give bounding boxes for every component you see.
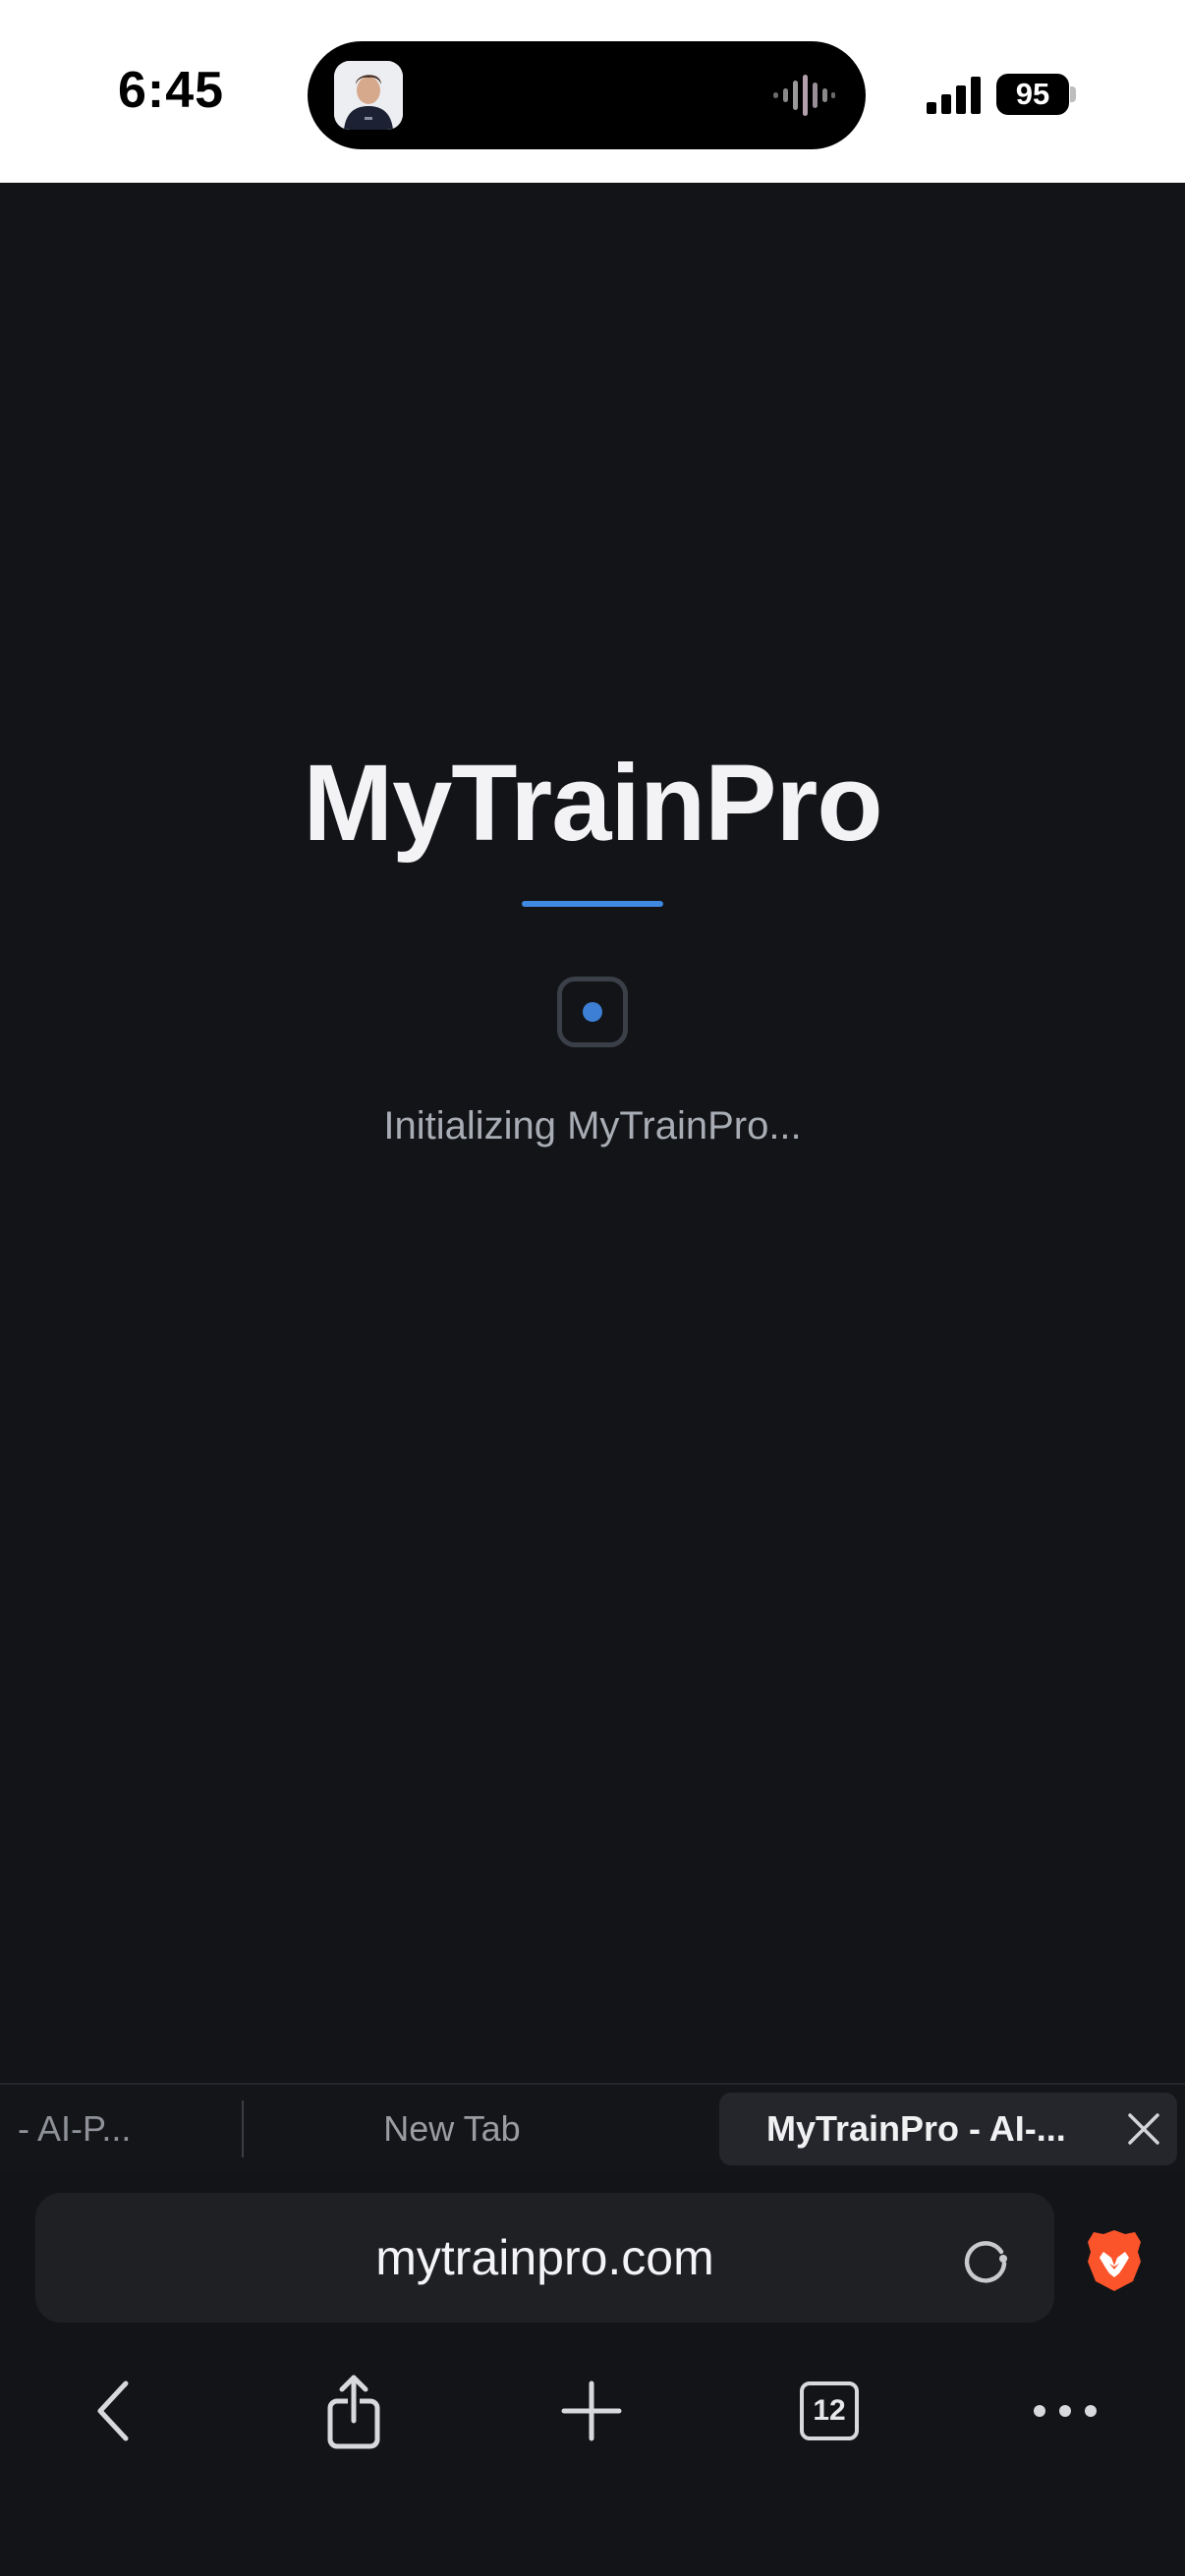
more-menu-icon[interactable] xyxy=(1026,2372,1104,2450)
battery-icon xyxy=(1070,86,1076,102)
cellular-signal-icon xyxy=(927,77,981,114)
reload-icon[interactable] xyxy=(958,2232,1013,2287)
loading-spinner xyxy=(557,977,628,1047)
title-underline xyxy=(522,901,663,907)
status-bar: 6:45 95 xyxy=(0,0,1185,183)
url-text[interactable]: mytrainpro.com xyxy=(35,2193,1054,2323)
tab-strip: - AI-P... New Tab MyTrainPro - AI-... xyxy=(0,2083,1185,2171)
audio-waveform-icon xyxy=(773,75,835,116)
address-bar-row: mytrainpro.com xyxy=(0,2171,1185,2334)
dynamic-island[interactable] xyxy=(308,41,866,149)
status-time: 6:45 xyxy=(118,62,225,119)
tab-divider xyxy=(242,2100,244,2157)
tabs-button[interactable]: 12 xyxy=(790,2372,869,2450)
tab-active[interactable]: MyTrainPro - AI-... xyxy=(719,2093,1177,2165)
page-title: MyTrainPro xyxy=(303,743,882,864)
tab-active-label: MyTrainPro - AI-... xyxy=(766,2108,1066,2149)
share-icon[interactable] xyxy=(314,2372,393,2450)
address-bar[interactable]: mytrainpro.com xyxy=(35,2193,1054,2323)
browser-toolbar: 12 xyxy=(0,2334,1185,2576)
spinner-dot xyxy=(583,1002,602,1022)
brave-shields-icon[interactable] xyxy=(1086,2228,1143,2293)
now-playing-avatar[interactable] xyxy=(334,61,403,130)
new-tab-icon[interactable] xyxy=(552,2372,631,2450)
tab-new-tab[interactable]: New Tab xyxy=(246,2093,658,2165)
close-tab-icon[interactable] xyxy=(1124,2109,1163,2149)
back-icon[interactable] xyxy=(79,2372,157,2450)
loading-text: Initializing MyTrainPro... xyxy=(383,1104,802,1148)
battery-level: 95 xyxy=(996,74,1069,115)
tab-previous[interactable]: - AI-P... xyxy=(18,2093,214,2165)
tab-count: 12 xyxy=(800,2381,859,2440)
